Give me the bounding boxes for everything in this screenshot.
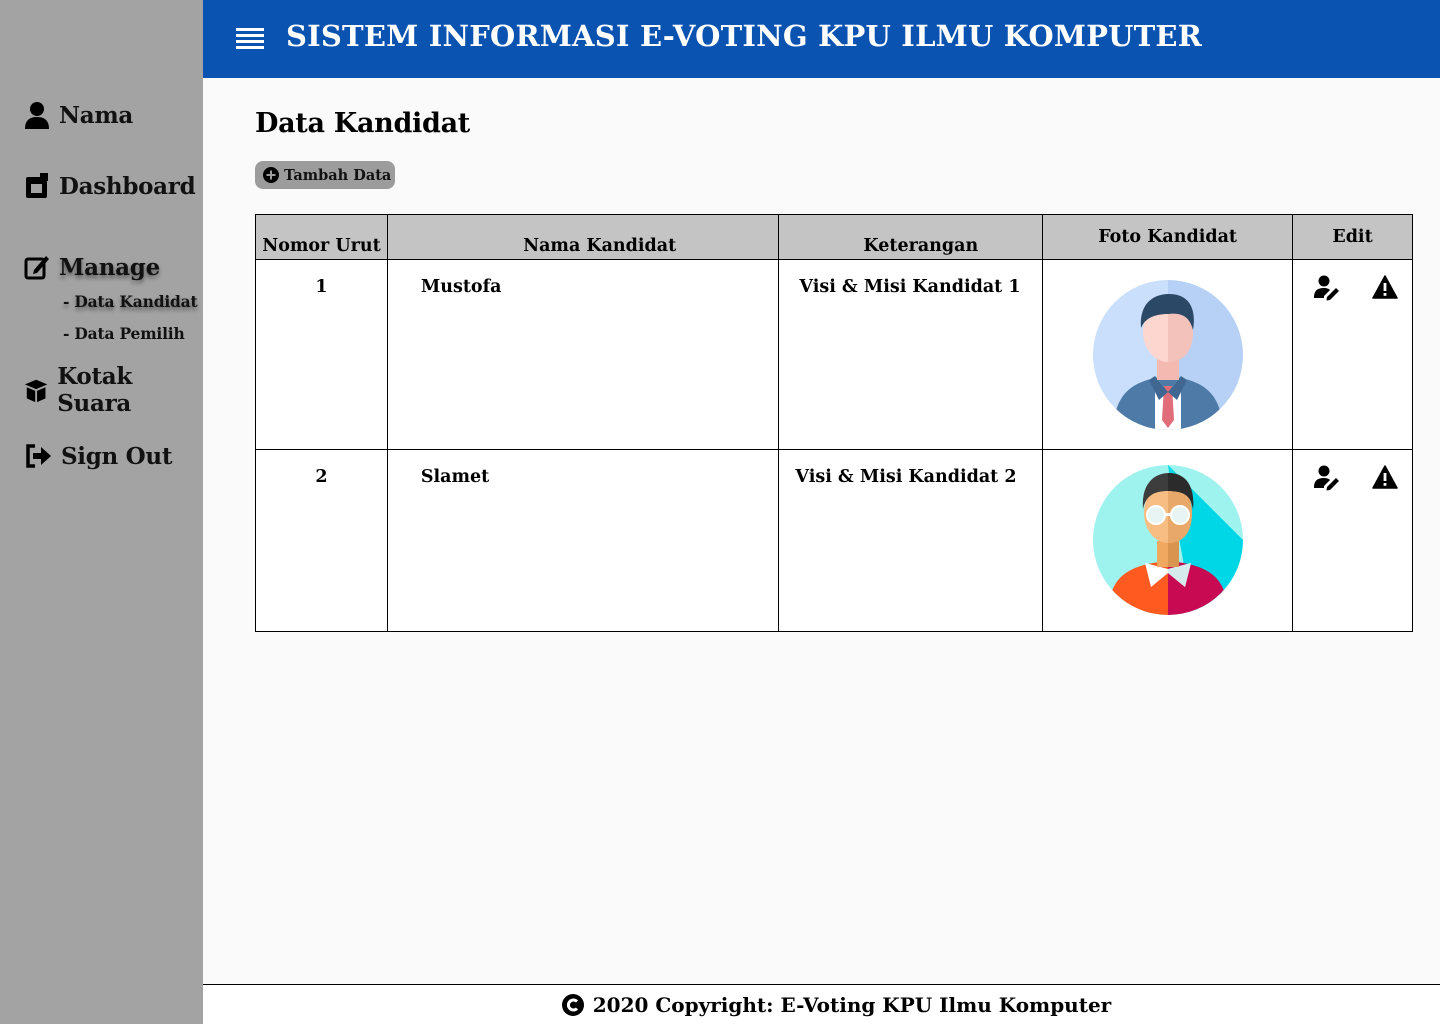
footer: 2020 Copyright: E-Voting KPU Ilmu Komput…	[203, 984, 1440, 1024]
sidebar-item-label: Nama	[59, 101, 133, 129]
column-header-nama-kandidat: Nama Kandidat	[386, 214, 780, 260]
cell-edit	[1292, 259, 1413, 450]
sidebar-item-kotak-suara[interactable]: Kotak Suara	[24, 363, 203, 417]
sidebar-item-label: Sign Out	[61, 442, 173, 470]
cell-keterangan: Visi & Misi Kandidat 1	[778, 259, 1044, 450]
edit-icon	[24, 256, 49, 280]
sidebar-subitem-data-pemilih[interactable]: - Data Pemilih	[63, 324, 185, 343]
column-header-edit: Edit	[1292, 214, 1413, 260]
table-header-row: Nomor Urut Nama Kandidat Keterangan Foto…	[255, 214, 1413, 260]
candidate-table: Nomor Urut Nama Kandidat Keterangan Foto…	[255, 214, 1413, 632]
table-row: 1 Mustofa Visi & Misi Kandidat 1	[255, 259, 1413, 450]
box-icon	[24, 379, 48, 403]
cell-foto-kandidat	[1042, 259, 1294, 450]
sidebar-item-profile[interactable]: Nama	[24, 101, 133, 129]
column-header-keterangan: Keterangan	[778, 214, 1044, 260]
sidebar-item-sign-out[interactable]: Sign Out	[24, 442, 172, 470]
cell-nomor-urut: 1	[255, 259, 388, 450]
candidate-photo-glasses-man	[1092, 465, 1243, 615]
sign-out-icon	[26, 444, 51, 468]
menu-icon[interactable]	[236, 28, 264, 52]
cell-nomor-urut: 2	[255, 449, 388, 632]
user-edit-icon[interactable]	[1314, 465, 1340, 496]
column-header-foto-kandidat: Foto Kandidat	[1042, 214, 1294, 260]
copyright-text: 2020 Copyright: E-Voting KPU Ilmu Komput…	[592, 992, 1112, 1017]
sidebar-item-label: Dashboard	[59, 172, 196, 200]
sidebar-item-label: Kotak Suara	[57, 363, 133, 417]
plus-circle-icon	[263, 167, 279, 183]
app-title: SISTEM INFORMASI E-VOTING KPU ILMU KOMPU…	[286, 19, 1203, 53]
top-bar: SISTEM INFORMASI E-VOTING KPU ILMU KOMPU…	[203, 0, 1440, 78]
copyright-icon	[561, 993, 584, 1016]
page-title: Data Kandidat	[255, 108, 470, 139]
sidebar: Nama Dashboard Manage - Data Kandidat - …	[0, 0, 203, 1024]
sidebar-subitem-data-kandidat[interactable]: - Data Kandidat	[63, 292, 198, 311]
column-header-nomor-urut: Nomor Urut	[255, 214, 388, 260]
cell-edit	[1292, 449, 1413, 632]
user-icon	[25, 102, 49, 129]
table-row: 2 Slamet Visi & Misi Kandidat 2	[255, 449, 1413, 632]
dashboard-icon	[26, 173, 48, 198]
warning-icon[interactable]	[1372, 465, 1398, 496]
add-data-button[interactable]: Tambah Data	[255, 161, 395, 189]
sidebar-item-manage[interactable]: Manage	[24, 253, 160, 281]
cell-nama-kandidat: Slamet	[386, 449, 780, 632]
cell-keterangan: Visi & Misi Kandidat 2	[778, 449, 1044, 632]
add-data-label: Tambah Data	[284, 166, 392, 184]
cell-nama-kandidat: Mustofa	[386, 259, 780, 450]
cell-foto-kandidat	[1042, 449, 1294, 632]
candidate-photo-businessman	[1092, 280, 1243, 430]
warning-icon[interactable]	[1372, 275, 1398, 306]
user-edit-icon[interactable]	[1314, 275, 1340, 306]
sidebar-item-label: Manage	[59, 253, 160, 281]
sidebar-item-dashboard[interactable]: Dashboard	[24, 172, 196, 200]
